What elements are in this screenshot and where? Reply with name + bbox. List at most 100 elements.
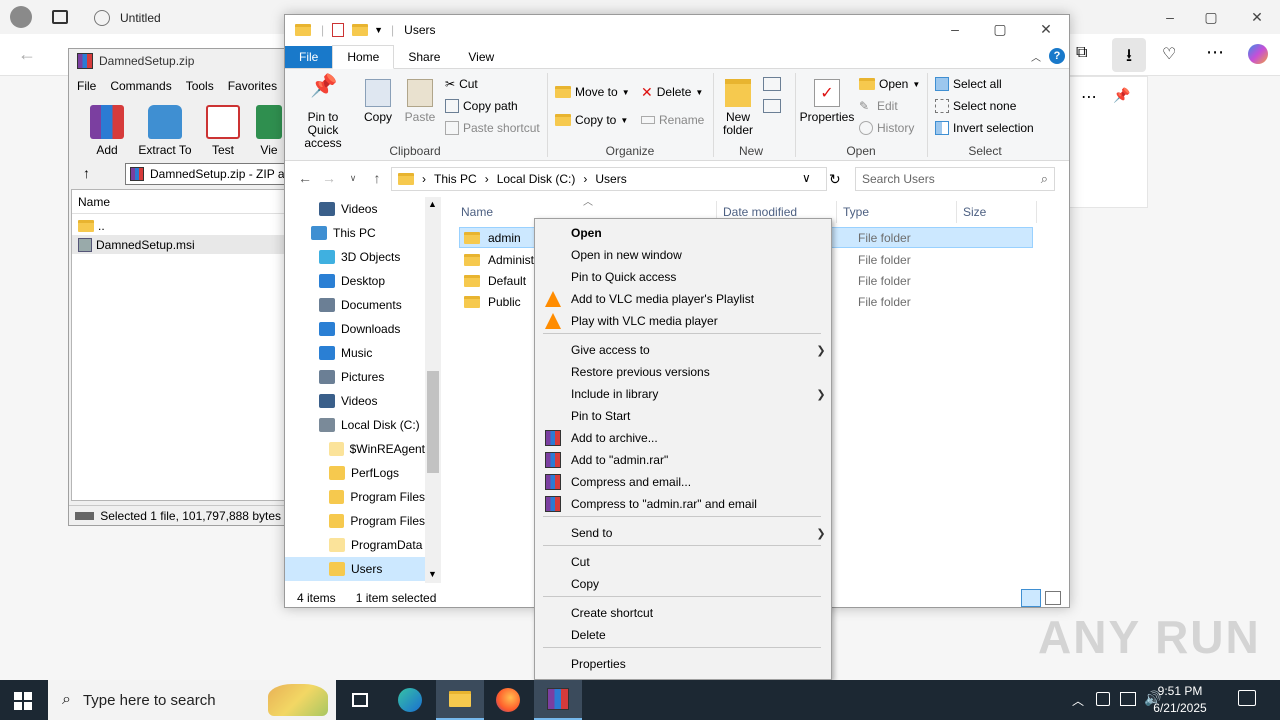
collapse-ribbon-icon[interactable]: ︿ bbox=[1031, 49, 1041, 64]
browser-close-button[interactable]: ✕ bbox=[1242, 9, 1272, 26]
cut-button[interactable]: ✂ Cut bbox=[445, 73, 478, 95]
nav-item[interactable]: Program Files bbox=[285, 509, 425, 533]
file-explorer-icon[interactable] bbox=[436, 680, 484, 720]
browser-minimize-button[interactable]: – bbox=[1155, 9, 1185, 25]
open-button[interactable]: Open ▼ bbox=[859, 73, 920, 95]
list-item[interactable]: .. bbox=[72, 216, 290, 235]
back-arrow-icon[interactable]: ← bbox=[18, 44, 36, 65]
nav-item[interactable]: Pictures bbox=[285, 365, 425, 389]
up-arrow-icon[interactable]: ↑ bbox=[365, 170, 389, 186]
explorer-maximize-button[interactable]: ▢ bbox=[985, 21, 1015, 38]
tab-file[interactable]: File bbox=[285, 46, 333, 68]
scroll-down-icon[interactable]: ▼ bbox=[428, 569, 437, 579]
menu-item[interactable]: Pin to Quick access bbox=[537, 266, 829, 288]
refresh-icon[interactable]: ↻ bbox=[829, 171, 841, 188]
winrar-menu-commands[interactable]: Commands bbox=[110, 79, 171, 93]
taskbar-search-input[interactable]: ⌕ Type here to search bbox=[48, 680, 336, 720]
more-menu-icon[interactable]: ⋯ bbox=[1206, 42, 1224, 63]
winrar-test-button[interactable]: Test bbox=[195, 105, 251, 157]
downloads-icon[interactable]: ⭳ bbox=[1112, 38, 1146, 72]
winrar-add-button[interactable]: Add bbox=[79, 105, 135, 157]
nav-item[interactable]: Documents bbox=[285, 293, 425, 317]
edge-icon[interactable] bbox=[386, 680, 434, 720]
tab-share[interactable]: Share bbox=[394, 46, 454, 68]
back-arrow-icon[interactable]: ← bbox=[293, 170, 317, 186]
nav-item[interactable]: Downloads bbox=[285, 317, 425, 341]
menu-item[interactable]: Delete bbox=[537, 624, 829, 646]
menu-item[interactable]: Compress and email... bbox=[537, 471, 829, 493]
nav-item[interactable]: PerfLogs bbox=[285, 461, 425, 485]
menu-item[interactable]: Include in library ❯ bbox=[537, 383, 829, 405]
start-icon[interactable] bbox=[14, 692, 32, 710]
menu-item[interactable]: Restore previous versions bbox=[537, 361, 829, 383]
new-folder-button[interactable]: New folder bbox=[717, 79, 759, 137]
winrar-taskbar-icon[interactable] bbox=[534, 680, 582, 720]
menu-item[interactable]: Add to archive... bbox=[537, 427, 829, 449]
nav-item[interactable]: ProgramData bbox=[285, 533, 425, 557]
firefox-icon[interactable] bbox=[484, 680, 532, 720]
select-none-button[interactable]: Select none bbox=[935, 95, 1016, 117]
navigation-scroll-thumb[interactable] bbox=[427, 371, 439, 473]
tab-actions-icon[interactable] bbox=[52, 10, 68, 24]
address-bar[interactable]: › This PC › Local Disk (C:) › Users ∨ bbox=[391, 167, 827, 191]
device-icon[interactable] bbox=[1096, 692, 1110, 706]
nav-item[interactable]: Videos bbox=[285, 389, 425, 413]
menu-item[interactable]: Create shortcut bbox=[537, 602, 829, 624]
rename-button[interactable]: Rename bbox=[641, 109, 704, 131]
nav-item[interactable]: Program Files bbox=[285, 485, 425, 509]
pin-icon[interactable]: 📌 bbox=[1113, 87, 1130, 104]
menu-item[interactable]: Compress to "admin.rar" and email bbox=[537, 493, 829, 515]
nav-item[interactable]: Music bbox=[285, 341, 425, 365]
move-to-button[interactable]: Move to ▼ bbox=[555, 81, 630, 103]
history-button[interactable]: History bbox=[859, 117, 914, 139]
menu-item[interactable]: Add to "admin.rar" bbox=[537, 449, 829, 471]
pin-quick-access-button[interactable]: 📌 Pin to Quick access bbox=[291, 75, 355, 150]
winrar-extract-button[interactable]: Extract To bbox=[137, 105, 193, 157]
breadcrumb-users[interactable]: Users bbox=[595, 172, 626, 186]
winrar-menu-favorites[interactable]: Favorites bbox=[228, 79, 277, 93]
properties-quick-icon[interactable] bbox=[332, 23, 345, 37]
explorer-minimize-button[interactable]: – bbox=[940, 21, 970, 37]
menu-item[interactable]: Add to VLC media player's Playlist bbox=[537, 288, 829, 310]
breadcrumb-this-pc[interactable]: This PC bbox=[434, 172, 477, 186]
profile-avatar[interactable] bbox=[10, 6, 32, 28]
nav-item[interactable]: $WinREAgent bbox=[285, 437, 425, 461]
paste-shortcut-button[interactable]: Paste shortcut bbox=[445, 117, 540, 139]
quick-access-dropdown-icon[interactable]: ▼ bbox=[374, 25, 383, 35]
edit-button[interactable]: ✎ Edit bbox=[859, 95, 898, 117]
nav-item[interactable]: Desktop bbox=[285, 269, 425, 293]
search-input[interactable]: Search Users ⌕ bbox=[855, 167, 1055, 191]
nav-item[interactable]: Local Disk (C:) bbox=[285, 413, 425, 437]
copy-path-button[interactable]: Copy path bbox=[445, 95, 518, 117]
column-type[interactable]: Type bbox=[837, 201, 957, 223]
menu-item[interactable]: Play with VLC media player bbox=[537, 310, 829, 332]
browser-essentials-icon[interactable]: ♡ bbox=[1162, 44, 1176, 64]
menu-item[interactable]: Pin to Start bbox=[537, 405, 829, 427]
clock[interactable]: 9:51 PM 6/21/2025 bbox=[1140, 683, 1220, 717]
breadcrumb-local-disk[interactable]: Local Disk (C:) bbox=[497, 172, 576, 186]
new-item-icon[interactable] bbox=[763, 77, 781, 91]
collections-icon[interactable]: ⧉ bbox=[1076, 44, 1087, 62]
address-dropdown-icon[interactable]: ∨ bbox=[802, 171, 811, 185]
help-icon[interactable]: ? bbox=[1049, 48, 1065, 64]
new-folder-quick-icon[interactable] bbox=[352, 24, 369, 36]
menu-item[interactable]: Open bbox=[537, 222, 829, 244]
properties-button[interactable]: ✓ Properties bbox=[799, 79, 855, 124]
winrar-menu-tools[interactable]: Tools bbox=[186, 79, 214, 93]
winrar-menu-file[interactable]: File bbox=[77, 79, 96, 93]
menu-item[interactable]: Copy bbox=[537, 573, 829, 595]
invert-selection-button[interactable]: Invert selection bbox=[935, 117, 1034, 139]
select-all-button[interactable]: Select all bbox=[935, 73, 1002, 95]
delete-button[interactable]: ✕ Delete ▼ bbox=[641, 81, 703, 103]
menu-item[interactable]: Send to ❯ bbox=[537, 522, 829, 544]
show-hidden-icons[interactable]: ︿ bbox=[1072, 692, 1084, 709]
winrar-view-button[interactable]: Vie bbox=[251, 105, 287, 157]
tab-view[interactable]: View bbox=[454, 46, 508, 68]
list-item[interactable]: DamnedSetup.msi bbox=[72, 235, 290, 254]
details-view-icon[interactable] bbox=[1021, 589, 1041, 607]
nav-item[interactable]: Users bbox=[285, 557, 425, 581]
nav-item[interactable]: Videos bbox=[285, 197, 425, 221]
up-arrow-icon[interactable]: ↑ bbox=[83, 165, 90, 181]
menu-item[interactable]: Properties bbox=[537, 653, 829, 675]
copy-button[interactable]: Copy bbox=[361, 79, 395, 124]
